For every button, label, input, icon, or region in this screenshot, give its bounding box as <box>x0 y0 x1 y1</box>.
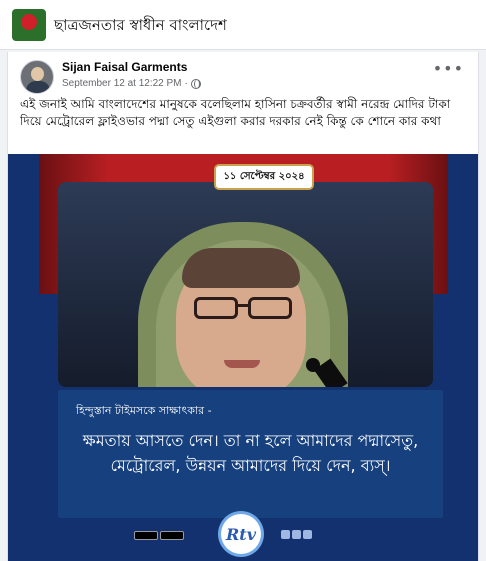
glasses-left <box>194 297 238 319</box>
youtube-icon <box>292 530 301 539</box>
avatar-body <box>26 81 50 93</box>
group-name[interactable]: ছাত্রজনতার স্বাধীন বাংলাদেশ <box>54 14 227 39</box>
post-meta: September 12 at 12:22 PM · <box>62 78 201 89</box>
date-label: ১১ সেপ্টেম্বর ২০২৪ <box>216 166 312 188</box>
app-store-badges <box>134 530 184 548</box>
group-header: ছাত্রজনতার স্বাধীন বাংলাদেশ <box>0 0 486 50</box>
quote-text: ক্ষমতায় আসতে দেন। তা না হলে আমাদের পদ্ম… <box>82 431 419 475</box>
quote-box: হিন্দুস্তান টাইমসকে সাক্ষাৎকার - ক্ষমতায… <box>58 390 443 518</box>
meta-separator: · <box>184 78 188 89</box>
google-play-icon <box>134 531 158 540</box>
group-logo-icon[interactable] <box>12 9 46 41</box>
social-icons-row <box>281 530 329 539</box>
screenshot-frame: ছাত্রজনতার স্বাধীন বাংলাদেশ Sijan Faisal… <box>0 0 486 561</box>
microphone-icon <box>306 358 320 372</box>
post-text: এই জনাই আমি বাংলাদেশের মানুষকে বলেছিলাম … <box>20 97 451 128</box>
more-options-icon[interactable]: ••• <box>433 61 464 77</box>
web-icon <box>303 530 312 539</box>
app-store-icon <box>160 531 184 540</box>
group-logo-sun <box>21 14 37 30</box>
post-card: Sijan Faisal Garments September 12 at 12… <box>7 52 479 561</box>
glasses-right <box>248 297 292 319</box>
store-badge-row <box>134 531 184 540</box>
mouth-shape <box>224 360 260 368</box>
quote-source: হিন্দুস্তান টাইমসকে সাক্ষাৎকার - <box>76 404 212 417</box>
portrait-photo <box>58 182 433 387</box>
post-timestamp[interactable]: September 12 at 12:22 PM <box>62 78 182 89</box>
avatar-head <box>31 67 44 81</box>
author-name[interactable]: Sijan Faisal Garments <box>62 60 187 74</box>
footer-strip: Rtv <box>8 514 478 561</box>
globe-icon[interactable] <box>190 78 201 89</box>
rtv-logo: Rtv <box>221 514 261 554</box>
facebook-icon <box>281 530 290 539</box>
author-avatar[interactable] <box>20 60 54 94</box>
hair-shape <box>182 248 300 288</box>
glasses-bridge <box>237 304 249 307</box>
social-links <box>281 530 329 548</box>
post-image[interactable]: ১১ সেপ্টেম্বর ২০২৪ হিন্দুস্তান টাইমসকে স… <box>8 154 478 561</box>
